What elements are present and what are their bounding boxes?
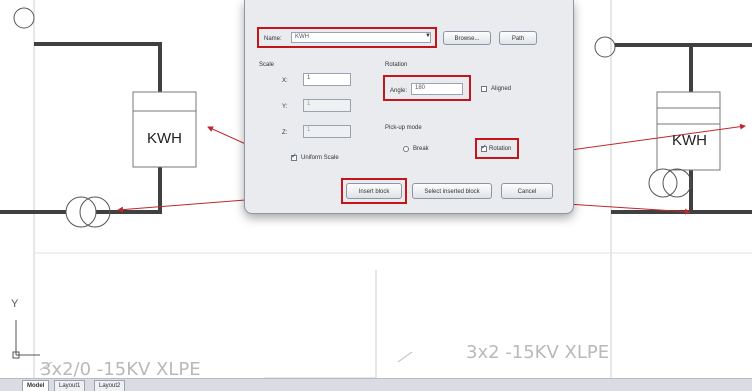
ucs-y-label: Y xyxy=(11,298,19,310)
left-kwh-label: KWH xyxy=(147,130,182,147)
name-highlight xyxy=(257,27,437,48)
right-wire-bottom xyxy=(689,170,752,214)
aligned-checkbox[interactable] xyxy=(481,86,487,92)
uniform-scale-label: Uniform Scale xyxy=(301,155,339,161)
scale-y-label: Y: xyxy=(282,104,288,110)
right-top-circle xyxy=(594,36,616,58)
left-cable-label: 3x2/0 -15KV XLPE xyxy=(40,359,201,380)
break-radio[interactable] xyxy=(403,146,409,152)
left-wire xyxy=(34,42,162,92)
rotation-title: Rotation xyxy=(385,62,408,68)
angle-highlight xyxy=(383,75,471,101)
tab-layout1[interactable]: Layout1 xyxy=(54,380,86,391)
pick-mode-title: Pick-up mode xyxy=(385,125,422,131)
scale-x-input[interactable]: 1 xyxy=(303,73,351,86)
cancel-button[interactable]: Cancel xyxy=(501,183,553,199)
tab-model[interactable]: Model xyxy=(22,380,50,391)
left-top-circle xyxy=(13,7,35,29)
scale-z-label: Z: xyxy=(282,130,288,136)
path-button[interactable]: Path xyxy=(499,31,537,45)
aligned-label: Aligned xyxy=(491,86,512,92)
insert-highlight xyxy=(341,178,407,204)
insert-block-dialog: Name: KWH ▼ Browse... Path Scale X: 1 Y:… xyxy=(244,0,574,214)
layout-tab-bar: Model Layout1 Layout2 xyxy=(0,378,752,391)
select-inserted-block-button[interactable]: Select inserted block xyxy=(412,183,492,199)
right-cable-label: 3x2 -15KV XLPE xyxy=(466,342,610,363)
scale-x-label: X: xyxy=(282,78,288,84)
scale-z-input[interactable]: 1 xyxy=(303,125,351,138)
scale-y-input[interactable]: 1 xyxy=(303,99,351,112)
break-label: Break xyxy=(413,146,429,152)
left-transformer-coil xyxy=(65,196,97,228)
browse-button[interactable]: Browse... xyxy=(443,31,491,45)
right-kwh-label: KWH xyxy=(672,132,707,149)
scale-title: Scale xyxy=(259,62,275,68)
rotation-pick-highlight xyxy=(475,138,519,159)
uniform-scale-checkbox[interactable] xyxy=(291,152,297,161)
tab-layout2[interactable]: Layout2 xyxy=(94,380,126,391)
